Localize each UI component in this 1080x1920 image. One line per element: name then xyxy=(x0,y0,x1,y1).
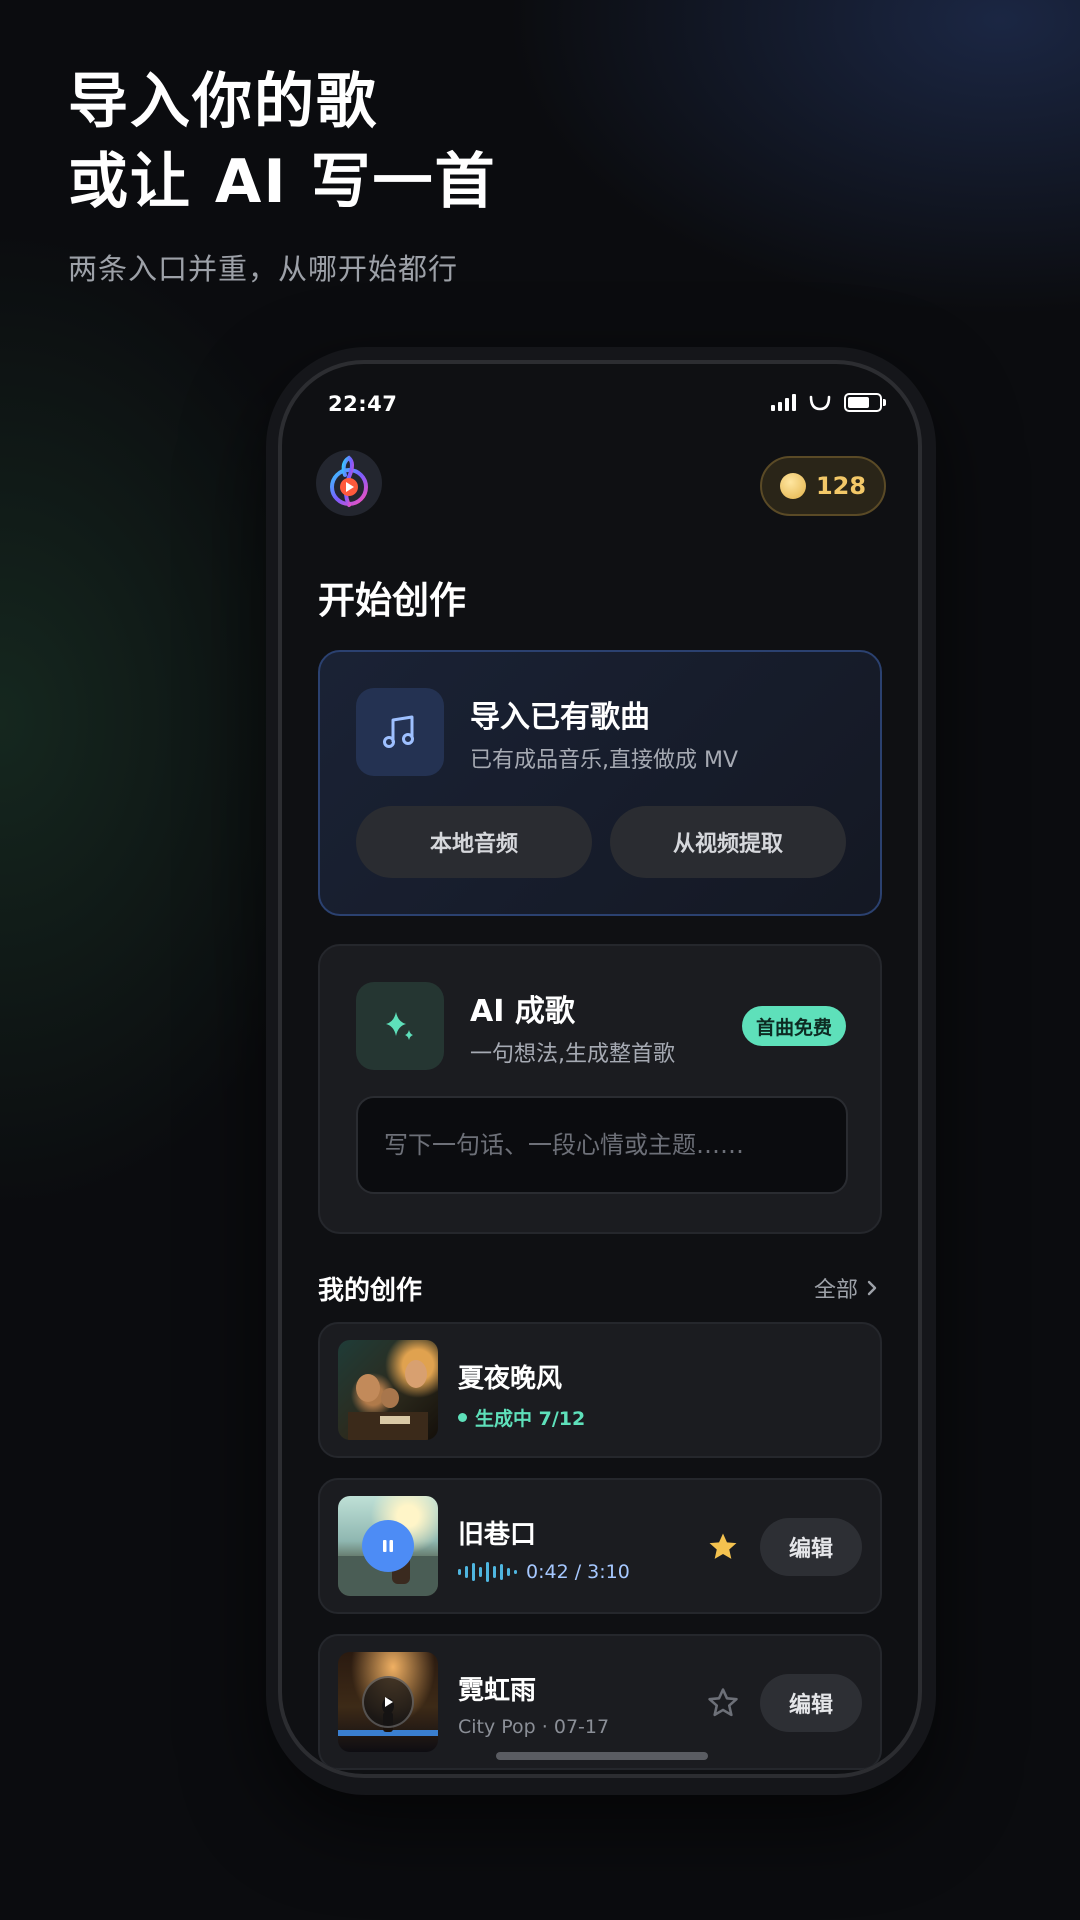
import-song-card[interactable]: 导入已有歌曲 已有成品音乐,直接做成 MV 本地音频 从视频提取 xyxy=(318,650,882,916)
phone-screen: 22:47 128 开始创作 导入已有歌曲 已有成品音乐,直接做成 MV 本地音… xyxy=(278,360,922,1778)
play-icon xyxy=(385,1697,393,1707)
my-works-title: 我的创作 xyxy=(318,1276,423,1306)
star-outline-icon[interactable] xyxy=(706,1686,740,1720)
status-time: 22:47 xyxy=(328,392,398,416)
view-all-link[interactable]: 全部 xyxy=(814,1272,878,1304)
headline-line-2: 或让 AI 写一首 xyxy=(68,147,497,217)
work-status-text: 生成中 7/12 xyxy=(475,1408,586,1430)
edit-button[interactable]: 编辑 xyxy=(760,1518,862,1576)
work-item[interactable]: 夏夜晚风 生成中 7/12 xyxy=(318,1322,882,1458)
work-thumbnail xyxy=(338,1496,438,1596)
work-status: 生成中 7/12 xyxy=(458,1404,585,1431)
music-note-icon xyxy=(383,715,414,748)
generating-status-dot xyxy=(458,1413,467,1422)
work-title: 霓虹雨 xyxy=(458,1676,537,1706)
pause-button[interactable] xyxy=(362,1520,414,1572)
song-idea-input[interactable] xyxy=(356,1096,848,1194)
ai-card-title: AI 成歌 xyxy=(470,994,575,1029)
cellular-signal-icon xyxy=(771,393,796,411)
coin-icon xyxy=(779,473,806,499)
work-item[interactable]: 霓虹雨 City Pop · 07-17 编辑 xyxy=(318,1634,882,1770)
app-logo[interactable] xyxy=(316,450,382,516)
view-all-label: 全部 xyxy=(813,1278,858,1303)
extract-from-video-button[interactable]: 从视频提取 xyxy=(610,806,846,878)
pause-icon xyxy=(383,1540,393,1552)
wifi-icon xyxy=(809,395,831,411)
work-item[interactable]: 旧巷口 0:42 / 3:10 编辑 xyxy=(318,1478,882,1614)
home-indicator[interactable] xyxy=(496,1752,708,1760)
playback-time: 0:42 / 3:10 xyxy=(526,1561,630,1583)
treble-clef-logo-icon xyxy=(330,455,368,507)
section-title: 开始创作 xyxy=(318,579,466,622)
play-button[interactable] xyxy=(362,1676,414,1728)
work-meta: City Pop · 07-17 xyxy=(458,1716,610,1738)
first-song-free-badge: 首曲免费 xyxy=(741,1006,846,1046)
work-thumbnail xyxy=(338,1340,438,1440)
playback-progress: 0:42 / 3:10 xyxy=(458,1560,630,1584)
ai-icon-tile xyxy=(356,982,444,1070)
star-filled-icon[interactable] xyxy=(706,1530,740,1564)
coin-balance[interactable]: 128 xyxy=(760,456,886,516)
promo-subline: 两条入口并重，从哪开始都行 xyxy=(68,252,459,286)
coin-count: 128 xyxy=(815,472,867,500)
headline-line-1: 导入你的歌 xyxy=(68,67,378,137)
status-bar: 22:47 xyxy=(282,364,918,444)
ai-song-card[interactable]: AI 成歌 一句想法,生成整首歌 首曲免费 xyxy=(318,944,882,1234)
battery-icon xyxy=(844,392,886,412)
waveform-icon xyxy=(458,1562,517,1582)
edit-button[interactable]: 编辑 xyxy=(760,1674,862,1732)
work-title: 旧巷口 xyxy=(458,1520,537,1550)
import-icon-tile xyxy=(356,688,444,776)
local-audio-button[interactable]: 本地音频 xyxy=(356,806,592,878)
chevron-right-icon xyxy=(867,1280,877,1296)
work-thumbnail xyxy=(338,1652,438,1752)
work-title: 夏夜晚风 xyxy=(458,1364,563,1394)
import-card-title: 导入已有歌曲 xyxy=(470,700,650,735)
ai-card-description: 一句想法,生成整首歌 xyxy=(470,1042,675,1067)
promo-headline: 导入你的歌 或让 AI 写一首 xyxy=(68,62,497,222)
sparkle-icon xyxy=(386,1012,413,1040)
status-icons xyxy=(771,392,886,412)
import-card-description: 已有成品音乐,直接做成 MV xyxy=(470,748,739,773)
